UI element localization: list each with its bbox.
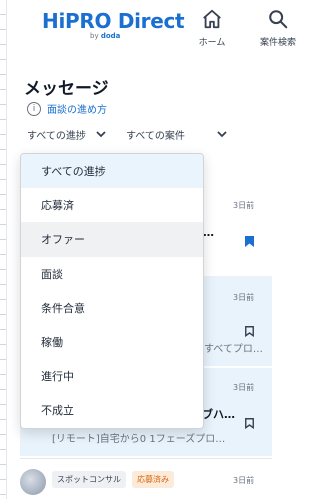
progress-dropdown-menu[interactable]: すべての進捗 応募済 オファー 面談 条件合意 稼働 進行中 不成立 xyxy=(20,153,204,429)
bookmark-outline-icon[interactable] xyxy=(245,418,254,429)
message-date: 3日前 xyxy=(233,293,255,302)
dropdown-option[interactable]: 稼働 xyxy=(21,325,203,359)
logo-subtitle: by doda xyxy=(90,32,120,40)
message-snippet: [リモート]自宅から0 1フェーズプロ… xyxy=(52,434,226,445)
home-icon xyxy=(203,9,221,29)
message-title: ブハ… xyxy=(202,408,235,421)
message-snippet: すべてプロ… xyxy=(204,344,263,355)
nav-search[interactable]: 案件検索 xyxy=(252,8,304,48)
project-filter-label: すべての案件 xyxy=(126,131,185,142)
nav-home[interactable]: ホーム xyxy=(186,8,238,48)
logo[interactable]: HiPRO Direct xyxy=(42,9,185,33)
message-date: 3日前 xyxy=(233,476,255,485)
bookmark-outline-icon[interactable] xyxy=(245,326,254,337)
dropdown-option[interactable]: 条件合意 xyxy=(21,291,203,325)
progress-filter[interactable]: すべての進捗 xyxy=(27,127,106,142)
bookmark-filled-icon[interactable] xyxy=(245,236,254,247)
logo-by: by xyxy=(90,32,99,40)
nav-home-label: ホーム xyxy=(198,38,226,48)
page-title: メッセージ xyxy=(24,79,109,99)
dropdown-option[interactable]: すべての進捗 xyxy=(21,154,203,189)
help-link[interactable]: i 面談の進め方 xyxy=(27,101,107,116)
logo-brand: doda xyxy=(100,32,121,40)
dropdown-option[interactable]: オファー xyxy=(21,222,203,257)
progress-filter-label: すべての進捗 xyxy=(27,131,86,142)
tag-spot-consul: スポットコンサル xyxy=(52,471,126,488)
info-icon: i xyxy=(27,101,41,116)
avatar xyxy=(20,469,46,495)
nav-search-label: 案件検索 xyxy=(259,38,296,48)
message-date: 3日前 xyxy=(233,383,255,392)
project-filter[interactable]: すべての案件 xyxy=(126,127,227,142)
message-title: … xyxy=(203,226,214,239)
chevron-down-icon xyxy=(217,131,227,138)
help-link-label: 面談の進め方 xyxy=(47,105,107,116)
left-border-decoration xyxy=(0,0,7,499)
search-icon xyxy=(269,10,288,29)
status-badge: 応募済み xyxy=(132,471,174,488)
dropdown-option[interactable]: 不成立 xyxy=(21,393,203,427)
divider xyxy=(20,458,272,459)
chevron-down-icon xyxy=(96,131,106,138)
dropdown-option[interactable]: 進行中 xyxy=(21,359,203,393)
dropdown-option[interactable]: 面談 xyxy=(21,257,203,291)
dropdown-option[interactable]: 応募済 xyxy=(21,188,203,222)
message-date: 3日前 xyxy=(233,201,255,210)
